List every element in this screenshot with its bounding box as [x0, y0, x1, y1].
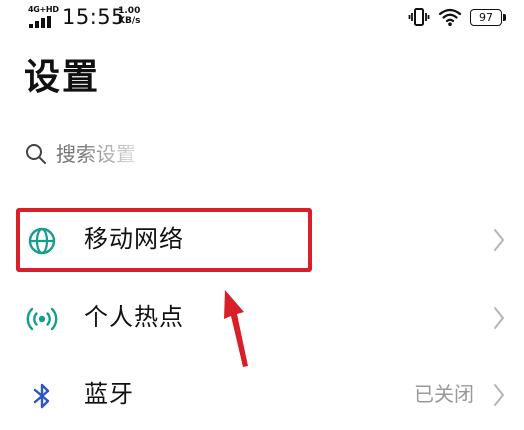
bluetooth-icon: [33, 383, 50, 409]
battery-icon: 97: [470, 8, 506, 26]
settings-item-label: 个人热点: [84, 303, 184, 331]
search-blur-overlay: [78, 140, 218, 168]
network-speed-unit: KB/s: [118, 16, 141, 26]
signal-bars-icon: [29, 16, 55, 28]
signal-indicator: 4G+HD: [28, 5, 59, 28]
chevron-right-icon: [494, 307, 504, 329]
page-title: 设置: [24, 57, 101, 98]
vibrate-icon: [408, 8, 430, 26]
wifi-icon: [438, 8, 462, 26]
search-bar[interactable]: [20, 134, 500, 174]
settings-item-hotspot[interactable]: 个人热点: [0, 283, 524, 353]
chevron-right-icon: [494, 384, 504, 406]
battery-level: 97: [479, 10, 493, 24]
status-icons: 97: [408, 6, 506, 28]
network-speed-value: 1.00: [118, 6, 141, 16]
network-type-label: 4G+HD: [28, 5, 59, 14]
network-speed: 1.00 KB/s: [118, 6, 140, 26]
bluetooth-status: 已关闭: [414, 382, 474, 406]
status-bar: 4G+HD 15:55 1.00 KB/s 97: [0, 0, 524, 36]
chevron-right-icon: [494, 229, 504, 251]
hotspot-icon: [26, 307, 58, 331]
clock: 15:55: [62, 5, 126, 29]
settings-item-bluetooth[interactable]: 蓝牙 已关闭: [0, 360, 524, 430]
highlight-box: [16, 208, 312, 272]
search-icon: [26, 144, 46, 164]
pointer-arrow: [224, 290, 248, 367]
settings-item-label: 蓝牙: [84, 380, 134, 408]
